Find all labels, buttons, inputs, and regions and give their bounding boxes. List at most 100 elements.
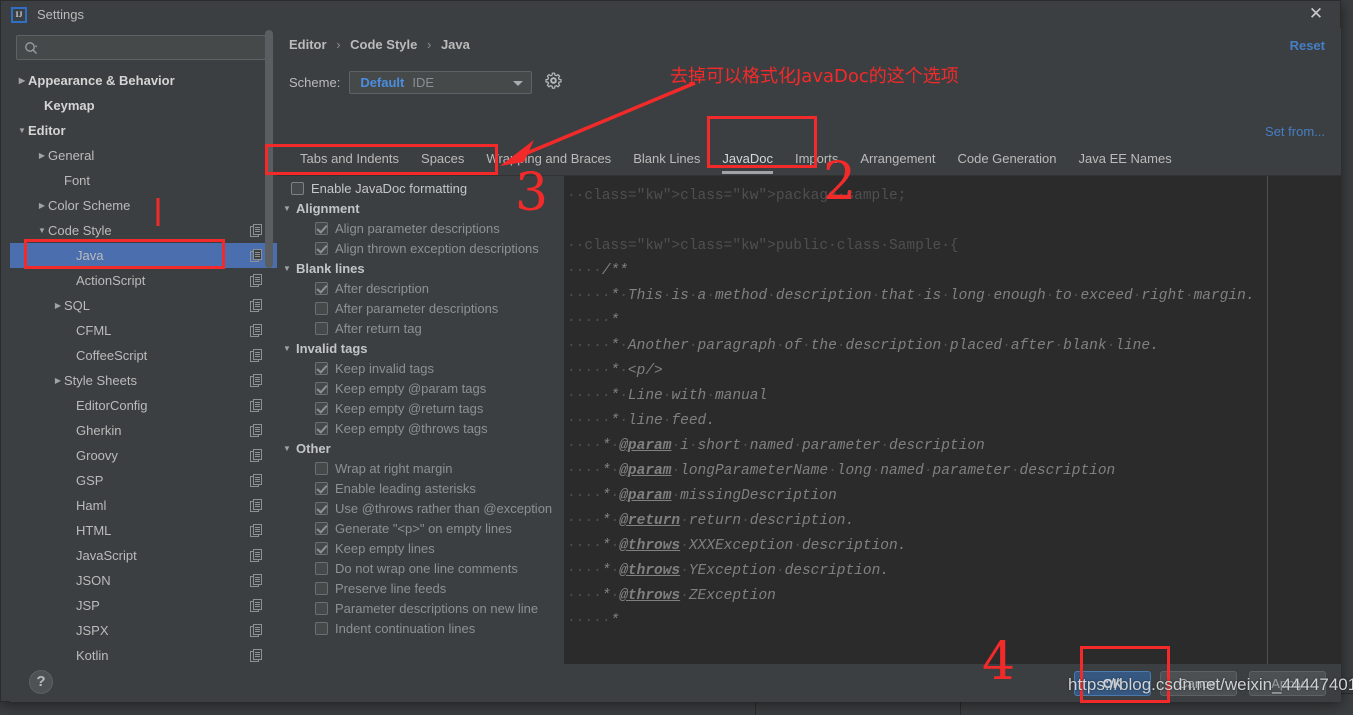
sidebar-item-groovy[interactable]: Groovy bbox=[10, 443, 277, 468]
checkbox-box[interactable] bbox=[315, 242, 328, 255]
search-box[interactable] bbox=[16, 35, 266, 60]
sidebar-item-gherkin[interactable]: Gherkin bbox=[10, 418, 277, 443]
tab-wrapping-and-braces[interactable]: Wrapping and Braces bbox=[475, 148, 622, 175]
checkbox-use-throws-rather-than-exception[interactable]: Use @throws rather than @exception bbox=[277, 498, 564, 518]
tab-imports[interactable]: Imports bbox=[784, 148, 849, 175]
copy-scheme-icon[interactable] bbox=[250, 449, 263, 462]
copy-scheme-icon[interactable] bbox=[250, 299, 263, 312]
chevron-down-icon[interactable]: ▼ bbox=[283, 204, 296, 213]
checkbox-box[interactable] bbox=[315, 562, 328, 575]
chevron-right-icon[interactable]: ▶ bbox=[14, 76, 30, 85]
sidebar-item-editor[interactable]: ▼Editor bbox=[10, 118, 277, 143]
copy-scheme-icon[interactable] bbox=[250, 374, 263, 387]
sidebar-item-java[interactable]: Java bbox=[10, 243, 277, 268]
sidebar-item-jsp[interactable]: JSP bbox=[10, 593, 277, 618]
tree-scrollbar-thumb[interactable] bbox=[265, 30, 273, 268]
checkbox-box[interactable] bbox=[315, 522, 328, 535]
sidebar-item-json[interactable]: JSON bbox=[10, 568, 277, 593]
sidebar-item-appearance-behavior[interactable]: ▶Appearance & Behavior bbox=[10, 68, 277, 93]
copy-scheme-icon[interactable] bbox=[250, 599, 263, 612]
sidebar-item-font[interactable]: Font bbox=[10, 168, 277, 193]
settings-tabs[interactable]: Tabs and IndentsSpacesWrapping and Brace… bbox=[289, 148, 1341, 176]
copy-scheme-icon[interactable] bbox=[250, 649, 263, 662]
copy-scheme-icon[interactable] bbox=[250, 474, 263, 487]
checkbox-keep-empty-return-tags[interactable]: Keep empty @return tags bbox=[277, 398, 564, 418]
copy-scheme-icon[interactable] bbox=[250, 549, 263, 562]
copy-scheme-icon[interactable] bbox=[250, 399, 263, 412]
sidebar-item-actionscript[interactable]: ActionScript bbox=[10, 268, 277, 293]
sidebar-item-javascript[interactable]: JavaScript bbox=[10, 543, 277, 568]
checkbox-box[interactable] bbox=[315, 462, 328, 475]
copy-scheme-icon[interactable] bbox=[250, 524, 263, 537]
checkbox-parameter-descriptions-on-new-line[interactable]: Parameter descriptions on new line bbox=[277, 598, 564, 618]
checkbox-box[interactable] bbox=[315, 482, 328, 495]
checkbox-box[interactable] bbox=[315, 582, 328, 595]
search-input[interactable] bbox=[38, 40, 265, 56]
sidebar-item-color-scheme[interactable]: ▶Color Scheme bbox=[10, 193, 277, 218]
scheme-select[interactable]: Default IDE bbox=[349, 71, 532, 94]
settings-tree[interactable]: ▶Appearance & BehaviorKeymap▼Editor▶Gene… bbox=[10, 68, 277, 664]
tab-javadoc[interactable]: JavaDoc bbox=[711, 148, 784, 175]
checkbox-after-return-tag[interactable]: After return tag bbox=[277, 318, 564, 338]
sidebar-item-gsp[interactable]: GSP bbox=[10, 468, 277, 493]
chevron-down-icon[interactable]: ▼ bbox=[283, 444, 296, 453]
copy-scheme-icon[interactable] bbox=[250, 574, 263, 587]
sidebar-item-kotlin[interactable]: Kotlin bbox=[10, 643, 277, 664]
checkbox-box[interactable] bbox=[315, 222, 328, 235]
help-button[interactable]: ? bbox=[29, 670, 53, 694]
breadcrumb-item-code-style[interactable]: Code Style bbox=[350, 37, 417, 52]
sidebar-item-keymap[interactable]: Keymap bbox=[10, 93, 277, 118]
option-group-blank-lines[interactable]: ▼Blank lines bbox=[277, 258, 564, 278]
checkbox-box[interactable] bbox=[315, 602, 328, 615]
checkbox-box[interactable] bbox=[315, 282, 328, 295]
sidebar-item-cfml[interactable]: CFML bbox=[10, 318, 277, 343]
copy-scheme-icon[interactable] bbox=[250, 424, 263, 437]
tab-blank-lines[interactable]: Blank Lines bbox=[622, 148, 711, 175]
checkbox-indent-continuation-lines[interactable]: Indent continuation lines bbox=[277, 618, 564, 638]
checkbox-after-parameter-descriptions[interactable]: After parameter descriptions bbox=[277, 298, 564, 318]
checkbox-box[interactable] bbox=[315, 362, 328, 375]
chevron-right-icon[interactable]: ▶ bbox=[34, 201, 50, 210]
option-group-other[interactable]: ▼Other bbox=[277, 438, 564, 458]
sidebar-item-code-style[interactable]: ▼Code Style bbox=[10, 218, 277, 243]
checkbox-box[interactable] bbox=[315, 422, 328, 435]
checkbox-keep-invalid-tags[interactable]: Keep invalid tags bbox=[277, 358, 564, 378]
sidebar-item-general[interactable]: ▶General bbox=[10, 143, 277, 168]
copy-scheme-icon[interactable] bbox=[250, 499, 263, 512]
checkbox-preserve-line-feeds[interactable]: Preserve line feeds bbox=[277, 578, 564, 598]
checkbox-box[interactable] bbox=[315, 302, 328, 315]
breadcrumb-item-editor[interactable]: Editor bbox=[289, 37, 327, 52]
checkbox-box[interactable] bbox=[315, 622, 328, 635]
checkbox-box[interactable] bbox=[315, 402, 328, 415]
checkbox-box[interactable] bbox=[315, 322, 328, 335]
checkbox-wrap-at-right-margin[interactable]: Wrap at right margin bbox=[277, 458, 564, 478]
reset-link[interactable]: Reset bbox=[1290, 38, 1325, 53]
code-preview-pane[interactable]: ··class="kw">class="kw">package·sample; … bbox=[564, 176, 1341, 686]
checkbox-box[interactable] bbox=[315, 542, 328, 555]
javadoc-options-pane[interactable]: Enable JavaDoc formatting▼AlignmentAlign… bbox=[277, 176, 564, 686]
sidebar-item-editorconfig[interactable]: EditorConfig bbox=[10, 393, 277, 418]
copy-scheme-icon[interactable] bbox=[250, 224, 263, 237]
chevron-right-icon[interactable]: ▶ bbox=[34, 151, 50, 160]
breadcrumb-item-java[interactable]: Java bbox=[441, 37, 470, 52]
checkbox-box[interactable] bbox=[291, 182, 304, 195]
sidebar-item-jspx[interactable]: JSPX bbox=[10, 618, 277, 643]
checkbox-box[interactable] bbox=[315, 382, 328, 395]
chevron-down-icon[interactable]: ▼ bbox=[14, 126, 30, 135]
option-group-alignment[interactable]: ▼Alignment bbox=[277, 198, 564, 218]
checkbox-after-description[interactable]: After description bbox=[277, 278, 564, 298]
gear-icon[interactable] bbox=[545, 72, 562, 94]
checkbox-box[interactable] bbox=[315, 502, 328, 515]
chevron-down-icon[interactable]: ▼ bbox=[283, 264, 296, 273]
tab-arrangement[interactable]: Arrangement bbox=[849, 148, 946, 175]
copy-scheme-icon[interactable] bbox=[250, 624, 263, 637]
tab-code-generation[interactable]: Code Generation bbox=[946, 148, 1067, 175]
checkbox-keep-empty-throws-tags[interactable]: Keep empty @throws tags bbox=[277, 418, 564, 438]
checkbox-enable-javadoc-formatting[interactable]: Enable JavaDoc formatting bbox=[277, 178, 564, 198]
copy-scheme-icon[interactable] bbox=[250, 349, 263, 362]
close-icon[interactable]: ✕ bbox=[1306, 5, 1326, 25]
copy-scheme-icon[interactable] bbox=[250, 274, 263, 287]
checkbox-keep-empty-param-tags[interactable]: Keep empty @param tags bbox=[277, 378, 564, 398]
chevron-right-icon[interactable]: ▶ bbox=[50, 301, 66, 310]
set-from-link[interactable]: Set from... bbox=[1265, 124, 1325, 139]
